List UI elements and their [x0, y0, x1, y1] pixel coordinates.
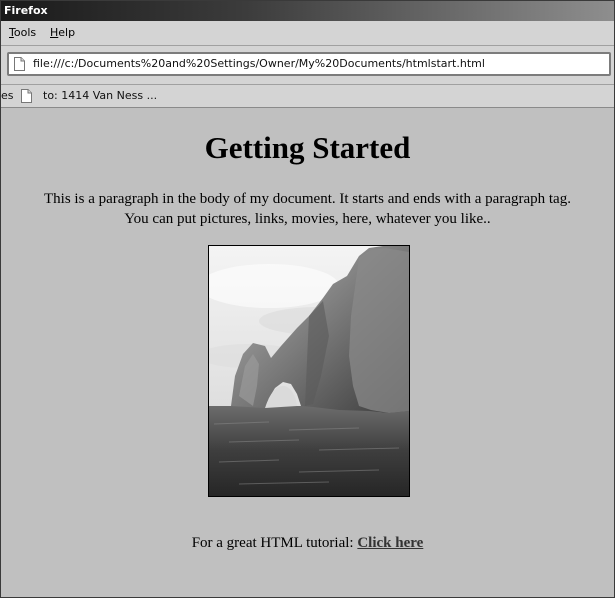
bookmark-label: to: 1414 Van Ness ...: [43, 89, 158, 102]
photo-sea-arch-icon: [209, 246, 409, 496]
tutorial-prefix: For a great HTML tutorial:: [191, 535, 358, 551]
tutorial-link[interactable]: Click here: [357, 535, 423, 551]
page-content: Getting Started This is a paragraph in t…: [1, 108, 614, 597]
browser-window: Firefox Tools Help file:///c:/Documents%…: [0, 0, 615, 598]
photo-sea-arch: [208, 245, 410, 497]
bookmark-truncated-label[interactable]: es: [1, 85, 14, 107]
menu-help-label: elp: [58, 26, 76, 39]
menu-tools[interactable]: Tools: [9, 21, 36, 45]
menu-bar: Tools Help: [1, 21, 614, 46]
navigation-toolbar: file:///c:/Documents%20and%20Settings/Ow…: [1, 46, 614, 85]
page-icon: [14, 57, 25, 71]
page-heading: Getting Started: [204, 130, 411, 165]
address-text[interactable]: file:///c:/Documents%20and%20Settings/Ow…: [33, 54, 485, 74]
title-bar[interactable]: Firefox: [1, 1, 614, 21]
bookmarks-toolbar: es to: 1414 Van Ness ...: [1, 85, 614, 108]
page-paragraph: This is a paragraph in the body of my do…: [44, 191, 571, 227]
menu-tools-label: ools: [13, 26, 37, 39]
page-icon: [21, 89, 32, 103]
address-bar[interactable]: file:///c:/Documents%20and%20Settings/Ow…: [7, 52, 611, 76]
tutorial-line: For a great HTML tutorial: Click here: [1, 533, 614, 553]
window-title: Firefox: [4, 4, 48, 17]
menu-help[interactable]: Help: [50, 21, 75, 45]
